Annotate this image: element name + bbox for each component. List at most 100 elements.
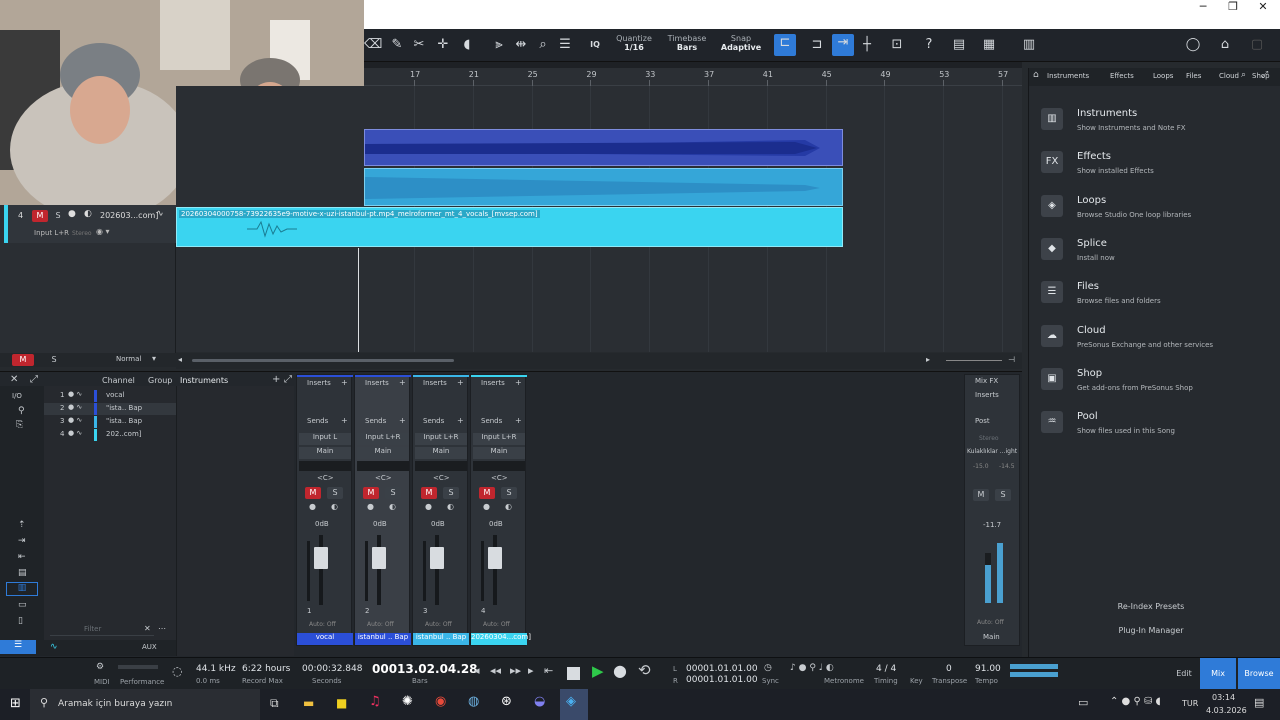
strip-inserts[interactable]: Inserts bbox=[481, 379, 505, 387]
channel-name[interactable]: "ista.. Bap bbox=[106, 404, 142, 412]
pan-slider[interactable] bbox=[473, 461, 525, 471]
vertical-scrollbar[interactable] bbox=[1013, 86, 1021, 352]
pan-slider[interactable] bbox=[357, 461, 409, 471]
add-insert-icon[interactable]: + bbox=[515, 378, 522, 387]
app-icon[interactable]: ⊛ bbox=[501, 694, 512, 709]
file-explorer-icon[interactable]: ▬ bbox=[303, 696, 314, 710]
autoscroll-icon[interactable]: ⊐ bbox=[808, 36, 826, 54]
zoom-end-icon[interactable]: ⊣ bbox=[1008, 355, 1015, 364]
discord-icon[interactable]: ◒ bbox=[534, 694, 545, 709]
track-header[interactable]: 4 M S ● ◐ 202603...com] ∿ Input L+R Ster… bbox=[4, 205, 176, 243]
strip-sends[interactable]: Sends bbox=[365, 417, 386, 425]
channel-list-item[interactable]: 1 ● ∿ vocal bbox=[44, 390, 176, 402]
strip-mute-button[interactable]: M bbox=[305, 487, 321, 499]
strip-sends[interactable]: Sends bbox=[307, 417, 328, 425]
strip-input[interactable]: Input L+R bbox=[473, 433, 525, 445]
sticky-notes-icon[interactable]: ■ bbox=[336, 696, 347, 710]
main-solo-button[interactable]: S bbox=[995, 489, 1011, 501]
follow-icon[interactable]: ⇥ bbox=[832, 34, 854, 56]
strip-fader-knob[interactable] bbox=[488, 547, 502, 569]
add-send-icon[interactable]: + bbox=[515, 416, 522, 425]
browser-tab-effects[interactable]: Effects bbox=[1110, 72, 1134, 80]
more-icon[interactable]: ⋯ bbox=[158, 624, 166, 633]
pencil-icon[interactable]: ✎ bbox=[388, 36, 406, 54]
layout-icon[interactable]: ▥ bbox=[1020, 36, 1038, 54]
edit-button[interactable]: Edit bbox=[1164, 658, 1204, 690]
add-instrument-icon[interactable]: + bbox=[272, 374, 280, 385]
rewind-icon[interactable]: ◂◂ bbox=[490, 664, 501, 677]
horizontal-scrollbar[interactable] bbox=[192, 359, 454, 362]
add-send-icon[interactable]: + bbox=[457, 416, 464, 425]
tray-icons[interactable]: ⌃ ● ⚲ ⛁ ◖ bbox=[1110, 696, 1161, 707]
filter-field[interactable]: Filter bbox=[50, 624, 154, 636]
strip-pan[interactable]: <C> bbox=[317, 474, 334, 482]
post-label[interactable]: Post bbox=[975, 417, 990, 425]
browser-item-loops[interactable]: ◈ Loops Browse Studio One loop libraries bbox=[1041, 194, 1273, 233]
studio-one-task[interactable]: ◈ bbox=[560, 689, 588, 720]
strip-auto[interactable]: Auto: Off bbox=[425, 621, 452, 628]
user-icon[interactable]: ◯ bbox=[1184, 36, 1202, 54]
record-arm-icon[interactable]: ● bbox=[68, 209, 76, 219]
routing-icon[interactable]: ▤ bbox=[18, 568, 27, 578]
browser-search-icon[interactable]: ⌕ bbox=[1241, 70, 1246, 80]
clear-filter-icon[interactable]: ✕ bbox=[144, 624, 151, 633]
channel-name[interactable]: 202..com] bbox=[106, 430, 142, 438]
keyboard-icon[interactable]: ▭ bbox=[1078, 696, 1088, 709]
strip-inserts[interactable]: Inserts bbox=[423, 379, 447, 387]
strip-name[interactable]: istanbul .. Bap bbox=[355, 633, 411, 645]
main-output[interactable]: Kulaklıklar ...ight bbox=[967, 448, 1017, 455]
browser-tab-shop[interactable]: Shop bbox=[1252, 72, 1270, 80]
browser-item-files[interactable]: ☰ Files Browse files and folders bbox=[1041, 281, 1273, 319]
mixfx-label[interactable]: Mix FX bbox=[975, 377, 998, 385]
iq-button[interactable]: IQ bbox=[586, 36, 604, 54]
strip-record-icon[interactable]: ● bbox=[309, 502, 316, 511]
strip-auto[interactable]: Auto: Off bbox=[367, 621, 394, 628]
meter-icon[interactable]: ⇤ bbox=[18, 552, 26, 562]
browser-item-splice[interactable]: ◆ Splice Install now bbox=[1041, 237, 1273, 276]
browser-item-effects[interactable]: FX Effects Show installed Effects bbox=[1041, 151, 1273, 189]
expand-mixer-icon[interactable]: ⤢ bbox=[30, 374, 38, 385]
reindex-presets-button[interactable]: Re-Index Presets bbox=[1105, 602, 1197, 616]
channel-visibility-icon[interactable]: ● ∿ bbox=[68, 403, 82, 411]
strip-pan[interactable]: <C> bbox=[433, 474, 450, 482]
strip-output[interactable]: Main bbox=[415, 447, 467, 459]
strip-name[interactable]: 20260304...com] bbox=[471, 633, 531, 645]
channel-list-item[interactable]: 3 ● ∿ "ista.. Bap bbox=[44, 416, 176, 428]
strip-monitor-icon[interactable]: ◐ bbox=[447, 502, 454, 511]
add-insert-icon[interactable]: + bbox=[399, 378, 406, 387]
browser-item-pool[interactable]: ♒ Pool Show files used in this Song bbox=[1041, 411, 1273, 449]
loop-r-value[interactable]: 00001.01.01.00 bbox=[686, 675, 758, 685]
strip-output[interactable]: Main bbox=[473, 447, 525, 459]
channel-visibility-icon[interactable]: ● ∿ bbox=[68, 416, 82, 424]
strip-pan[interactable]: <C> bbox=[375, 474, 392, 482]
play-button[interactable]: ▶ bbox=[592, 662, 604, 680]
help-icon[interactable]: ? bbox=[920, 36, 938, 54]
strip-fader-knob[interactable] bbox=[430, 547, 444, 569]
channel-list-item[interactable]: 4 ● ∿ 202..com] bbox=[44, 429, 176, 441]
banks-icon[interactable]: ▭ bbox=[18, 600, 27, 610]
strip-name[interactable]: vocal bbox=[297, 633, 353, 645]
track-input[interactable]: Input L+R bbox=[34, 229, 69, 237]
windows-start-icon[interactable]: ⊞ bbox=[10, 696, 21, 711]
home-icon[interactable]: ⌂ bbox=[1216, 36, 1234, 54]
zoom-slider[interactable] bbox=[946, 360, 1002, 361]
timing-value[interactable]: 4 / 4 bbox=[876, 664, 896, 674]
strip-inserts[interactable]: Inserts bbox=[365, 379, 389, 387]
taskbar-search[interactable]: ⚲ Aramak için buraya yazın bbox=[30, 689, 260, 720]
strip-sends[interactable]: Sends bbox=[423, 417, 444, 425]
key-label[interactable]: Key bbox=[910, 677, 923, 685]
timebase-control[interactable]: Timebase Bars bbox=[664, 34, 710, 52]
browse-button[interactable]: Browse bbox=[1238, 658, 1280, 690]
strip-solo-button[interactable]: S bbox=[385, 487, 401, 499]
strip-output[interactable]: Main bbox=[357, 447, 409, 459]
audio-clip-track3[interactable] bbox=[364, 168, 843, 206]
strip-input[interactable]: Input L bbox=[299, 433, 351, 445]
strip-fader-track[interactable] bbox=[493, 535, 497, 605]
strip-record-icon[interactable]: ● bbox=[425, 502, 432, 511]
add-insert-icon[interactable]: + bbox=[457, 378, 464, 387]
strip-name[interactable]: istanbul .. Bap bbox=[413, 633, 469, 645]
mode-select[interactable]: Normal bbox=[116, 355, 141, 363]
browser-item-instruments[interactable]: ▥ Instruments Show Instruments and Note FX bbox=[1041, 108, 1273, 146]
eraser-icon[interactable]: ⌫ bbox=[364, 36, 382, 54]
strip-record-icon[interactable]: ● bbox=[483, 502, 490, 511]
